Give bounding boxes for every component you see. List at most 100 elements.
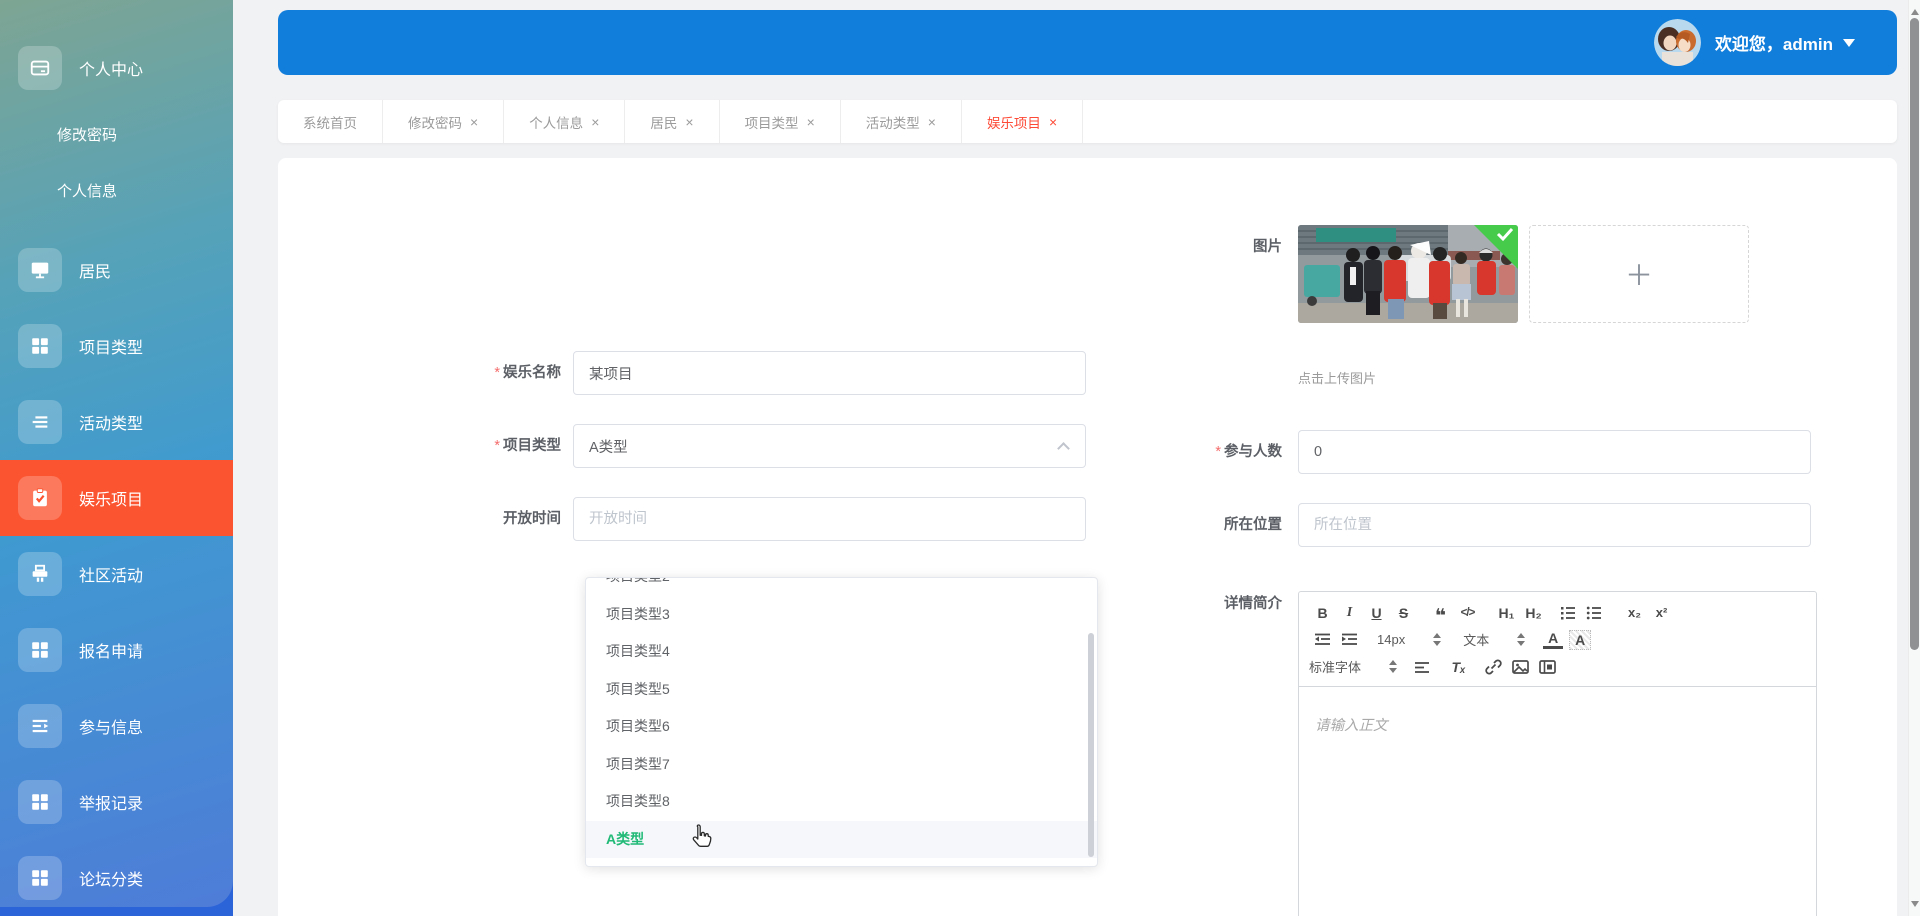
open-time-input[interactable] xyxy=(573,497,1086,541)
font-family-picker[interactable]: 标准字体 xyxy=(1309,656,1397,677)
entertainment-name-input[interactable] xyxy=(573,351,1086,395)
sidebar-item-activity-type[interactable]: 活动类型 xyxy=(0,384,233,460)
uploaded-photo-thumbnail[interactable] xyxy=(1298,225,1518,323)
dropdown-option[interactable]: 项目类型2 xyxy=(586,577,1097,596)
tab-label: 项目类型 xyxy=(745,112,799,132)
sidebar-item-report-records[interactable]: 举报记录 xyxy=(0,764,233,840)
field-entertainment-name: *娱乐名称 xyxy=(278,351,1088,395)
tab-label: 娱乐项目 xyxy=(987,112,1041,132)
field-project-type: *项目类型 xyxy=(278,424,1088,468)
sidebar-item-residents[interactable]: 居民 xyxy=(0,232,233,308)
bullet-list-button[interactable] xyxy=(1585,604,1603,622)
ordered-list-button[interactable] xyxy=(1559,604,1577,622)
sidebar-item-label: 报名申请 xyxy=(79,638,143,662)
image-button[interactable] xyxy=(1511,658,1530,676)
tab-activity-type[interactable]: 活动类型 × xyxy=(841,100,962,143)
form-right-column: 图片 xyxy=(1088,225,1897,916)
header-format-value: 文本 xyxy=(1463,630,1489,649)
scroll-up-arrow-icon[interactable] xyxy=(1911,5,1919,15)
close-icon[interactable]: × xyxy=(685,114,693,130)
monitor-icon xyxy=(18,248,62,292)
tab-label: 居民 xyxy=(650,112,677,132)
close-icon[interactable]: × xyxy=(1049,114,1057,130)
dropdown-option[interactable]: 项目类型5 xyxy=(586,671,1097,709)
page-scrollbar[interactable] xyxy=(1908,0,1920,916)
tab-personal-info[interactable]: 个人信息 × xyxy=(504,100,625,143)
dropdown-option[interactable]: 项目类型6 xyxy=(586,708,1097,746)
close-icon[interactable]: × xyxy=(591,114,599,130)
plus-icon: ＋ xyxy=(1625,254,1653,294)
sidebar-item-label: 活动类型 xyxy=(79,410,143,434)
dropdown-option-selected[interactable]: A类型 xyxy=(586,821,1097,859)
field-label: 详情简介 xyxy=(1088,591,1298,916)
dropdown-option[interactable]: 项目类型4 xyxy=(586,633,1097,671)
subscript-button[interactable]: x₂ xyxy=(1621,601,1648,625)
header1-button[interactable]: H₁ xyxy=(1493,601,1520,625)
sidebar-item-participation-info[interactable]: 参与信息 xyxy=(0,688,233,764)
editor-text-area[interactable]: 请输入正文 xyxy=(1299,687,1816,916)
link-button[interactable] xyxy=(1484,658,1503,676)
close-icon[interactable]: × xyxy=(807,114,815,130)
tab-entertainment-project[interactable]: 娱乐项目 × xyxy=(962,100,1083,143)
field-label: *娱乐名称 xyxy=(278,351,573,395)
sidebar-item-label: 论坛分类 xyxy=(79,866,143,890)
tab-home[interactable]: 系统首页 xyxy=(278,100,383,143)
sidebar-item-change-password[interactable]: 修改密码 xyxy=(0,106,233,162)
dropdown-option[interactable]: 项目类型3 xyxy=(586,596,1097,634)
superscript-button[interactable]: x² xyxy=(1648,601,1675,625)
underline-button[interactable]: U xyxy=(1363,601,1390,625)
upload-hint-text: 点击上传图片 xyxy=(1298,368,1749,387)
header-format-picker[interactable]: 文本 xyxy=(1463,629,1525,650)
close-icon[interactable]: × xyxy=(928,114,936,130)
field-label: 图片 xyxy=(1088,225,1298,387)
user-menu[interactable]: 欢迎您，admin xyxy=(1654,19,1855,66)
page-scrollbar-thumb[interactable] xyxy=(1910,18,1919,650)
sidebar-item-project-type[interactable]: 项目类型 xyxy=(0,308,233,384)
project-type-select[interactable] xyxy=(573,424,1086,468)
code-button[interactable]: </> xyxy=(1454,601,1481,625)
background-color-button[interactable]: A xyxy=(1569,630,1591,650)
image-upload-control: ＋ 点击上传图片 xyxy=(1298,225,1749,387)
rich-text-editor: B I U S ❝ </> H₁ H₂ xyxy=(1298,591,1817,916)
close-icon[interactable]: × xyxy=(470,114,478,130)
dropdown-option-list: 项目类型2 项目类型3 项目类型4 项目类型5 项目类型6 项目类型7 项目类型… xyxy=(586,577,1097,858)
tab-label: 修改密码 xyxy=(408,112,462,132)
bold-button[interactable]: B xyxy=(1309,601,1336,625)
project-type-select-value[interactable] xyxy=(573,424,1086,468)
sidebar-item-personal-center[interactable]: 个人中心 xyxy=(0,30,233,106)
font-size-picker[interactable]: 14px xyxy=(1377,629,1441,650)
participants-input[interactable] xyxy=(1298,430,1811,474)
align-button[interactable] xyxy=(1413,658,1431,676)
blockquote-button[interactable]: ❝ xyxy=(1427,601,1454,625)
dropdown-option[interactable]: 项目类型8 xyxy=(586,783,1097,821)
strike-button[interactable]: S xyxy=(1390,601,1417,625)
tab-residents[interactable]: 居民 × xyxy=(625,100,719,143)
sidebar-item-registration[interactable]: 报名申请 xyxy=(0,612,233,688)
dropdown-option[interactable]: 项目类型7 xyxy=(586,746,1097,784)
sidebar-item-entertainment-project[interactable]: 娱乐项目 xyxy=(0,460,233,536)
required-mark: * xyxy=(494,365,500,381)
field-location: 所在位置 xyxy=(1088,503,1897,547)
field-label: *参与人数 xyxy=(1088,430,1298,474)
location-input[interactable] xyxy=(1298,503,1811,547)
dropdown-scrollbar-thumb[interactable] xyxy=(1088,633,1094,857)
sidebar-item-forum-category[interactable]: 论坛分类 xyxy=(0,840,233,916)
field-participants: *参与人数 xyxy=(1088,430,1897,474)
tab-change-password[interactable]: 修改密码 × xyxy=(383,100,504,143)
scroll-down-arrow-icon[interactable] xyxy=(1911,901,1919,911)
clean-format-button[interactable]: Tₓ xyxy=(1445,655,1472,679)
upload-plus-button[interactable]: ＋ xyxy=(1529,225,1749,323)
video-button[interactable] xyxy=(1538,658,1557,676)
sidebar-item-community-activity[interactable]: 社区活动 xyxy=(0,536,233,612)
avatar[interactable] xyxy=(1654,19,1701,66)
required-mark: * xyxy=(1215,444,1221,460)
clipboard-check-icon xyxy=(18,476,62,520)
italic-button[interactable]: I xyxy=(1336,601,1363,625)
tab-project-type[interactable]: 项目类型 × xyxy=(720,100,841,143)
sidebar-item-personal-info[interactable]: 个人信息 xyxy=(0,162,233,218)
font-size-value: 14px xyxy=(1377,632,1405,647)
indent-button[interactable] xyxy=(1340,631,1359,649)
header2-button[interactable]: H₂ xyxy=(1520,601,1547,625)
outdent-button[interactable] xyxy=(1313,631,1332,649)
text-color-button[interactable]: A xyxy=(1543,631,1563,649)
